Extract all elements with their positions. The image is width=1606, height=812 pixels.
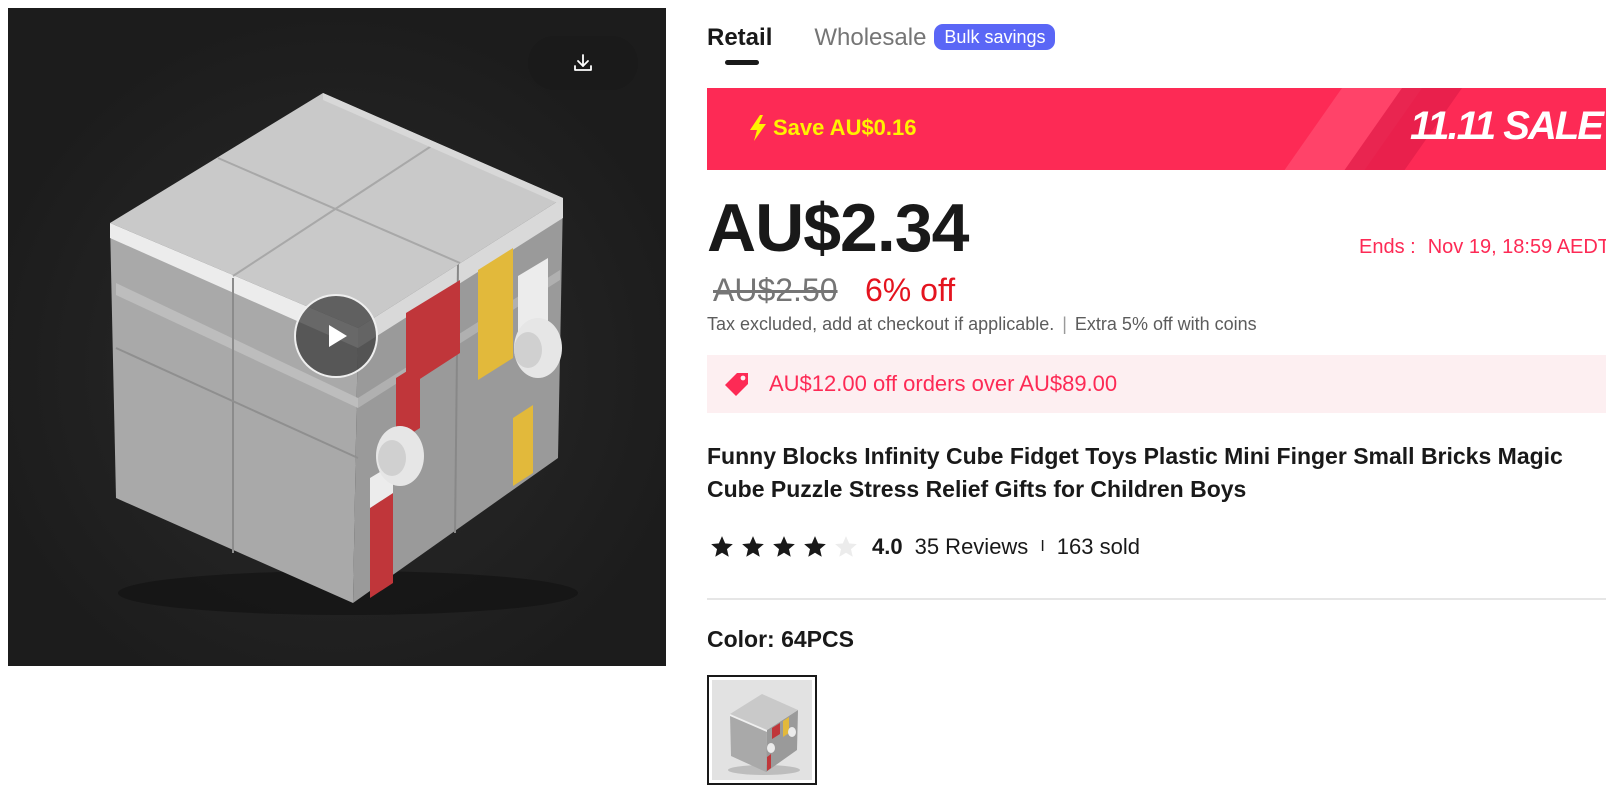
star-filled-icon [742, 536, 764, 557]
tab-retail-label: Retail [707, 24, 773, 51]
tag-icon [723, 370, 751, 398]
product-info-panel: Retail Wholesale Bulk savings Save AU$0.… [707, 0, 1606, 812]
purchase-mode-tabs: Retail Wholesale Bulk savings [707, 22, 1056, 72]
rating-row: 4.0 35 Reviews I 163 sold [709, 534, 1140, 560]
tax-text: Tax excluded, add at checkout if applica… [707, 314, 1055, 334]
sale-banner: Save AU$0.16 11.11 SALE [707, 88, 1606, 170]
play-video-button[interactable] [294, 294, 378, 378]
section-divider [707, 598, 1606, 600]
color-option-thumbnail [712, 680, 812, 780]
sale-end-time: Ends : Nov 19, 18:59 AEDT [1359, 236, 1606, 259]
coins-offer[interactable]: Extra 5% off with coins [1075, 314, 1257, 334]
coupon-bar[interactable]: AU$12.00 off orders over AU$89.00 [707, 355, 1606, 413]
product-media-viewer[interactable] [8, 8, 666, 666]
discount-percent: 6% off [865, 272, 956, 308]
rating-separator: I [1040, 538, 1045, 555]
star-filled-icon [804, 536, 826, 557]
rating-value: 4.0 [872, 534, 903, 559]
color-label: Color: 64PCS [707, 626, 854, 652]
save-amount-text: Save AU$0.16 [773, 115, 917, 140]
active-tab-indicator [725, 60, 759, 65]
color-option-64pcs[interactable] [707, 675, 817, 785]
ends-label: Ends : [1359, 236, 1416, 258]
download-icon [574, 54, 592, 71]
save-amount: Save AU$0.16 [747, 114, 917, 142]
current-price: AU$2.34 [707, 190, 969, 266]
download-button[interactable] [528, 36, 638, 90]
tab-wholesale-label: Wholesale [814, 24, 927, 51]
reviews-link[interactable]: 35 Reviews [915, 534, 1029, 560]
sold-count: 163 sold [1056, 534, 1140, 559]
tax-separator: | [1062, 314, 1067, 334]
product-title: Funny Blocks Infinity Cube Fidget Toys P… [707, 443, 1563, 502]
play-icon [329, 325, 347, 347]
ends-value: Nov 19, 18:59 AEDT [1427, 236, 1606, 258]
original-price: AU$2.50 [713, 272, 838, 308]
bulk-savings-badge: Bulk savings [934, 24, 1056, 50]
star-filled-icon [711, 536, 733, 557]
lightning-icon [750, 115, 766, 141]
sale-event-label: 11.11 SALE [1410, 104, 1604, 148]
tax-info: Tax excluded, add at checkout if applica… [707, 314, 1257, 335]
star-filled-icon [773, 536, 795, 557]
star-rating [709, 534, 864, 560]
tab-wholesale[interactable]: Wholesale [814, 22, 926, 54]
tab-retail[interactable]: Retail [707, 22, 773, 65]
star-empty-icon [835, 536, 857, 557]
coupon-text: AU$12.00 off orders over AU$89.00 [769, 371, 1118, 396]
